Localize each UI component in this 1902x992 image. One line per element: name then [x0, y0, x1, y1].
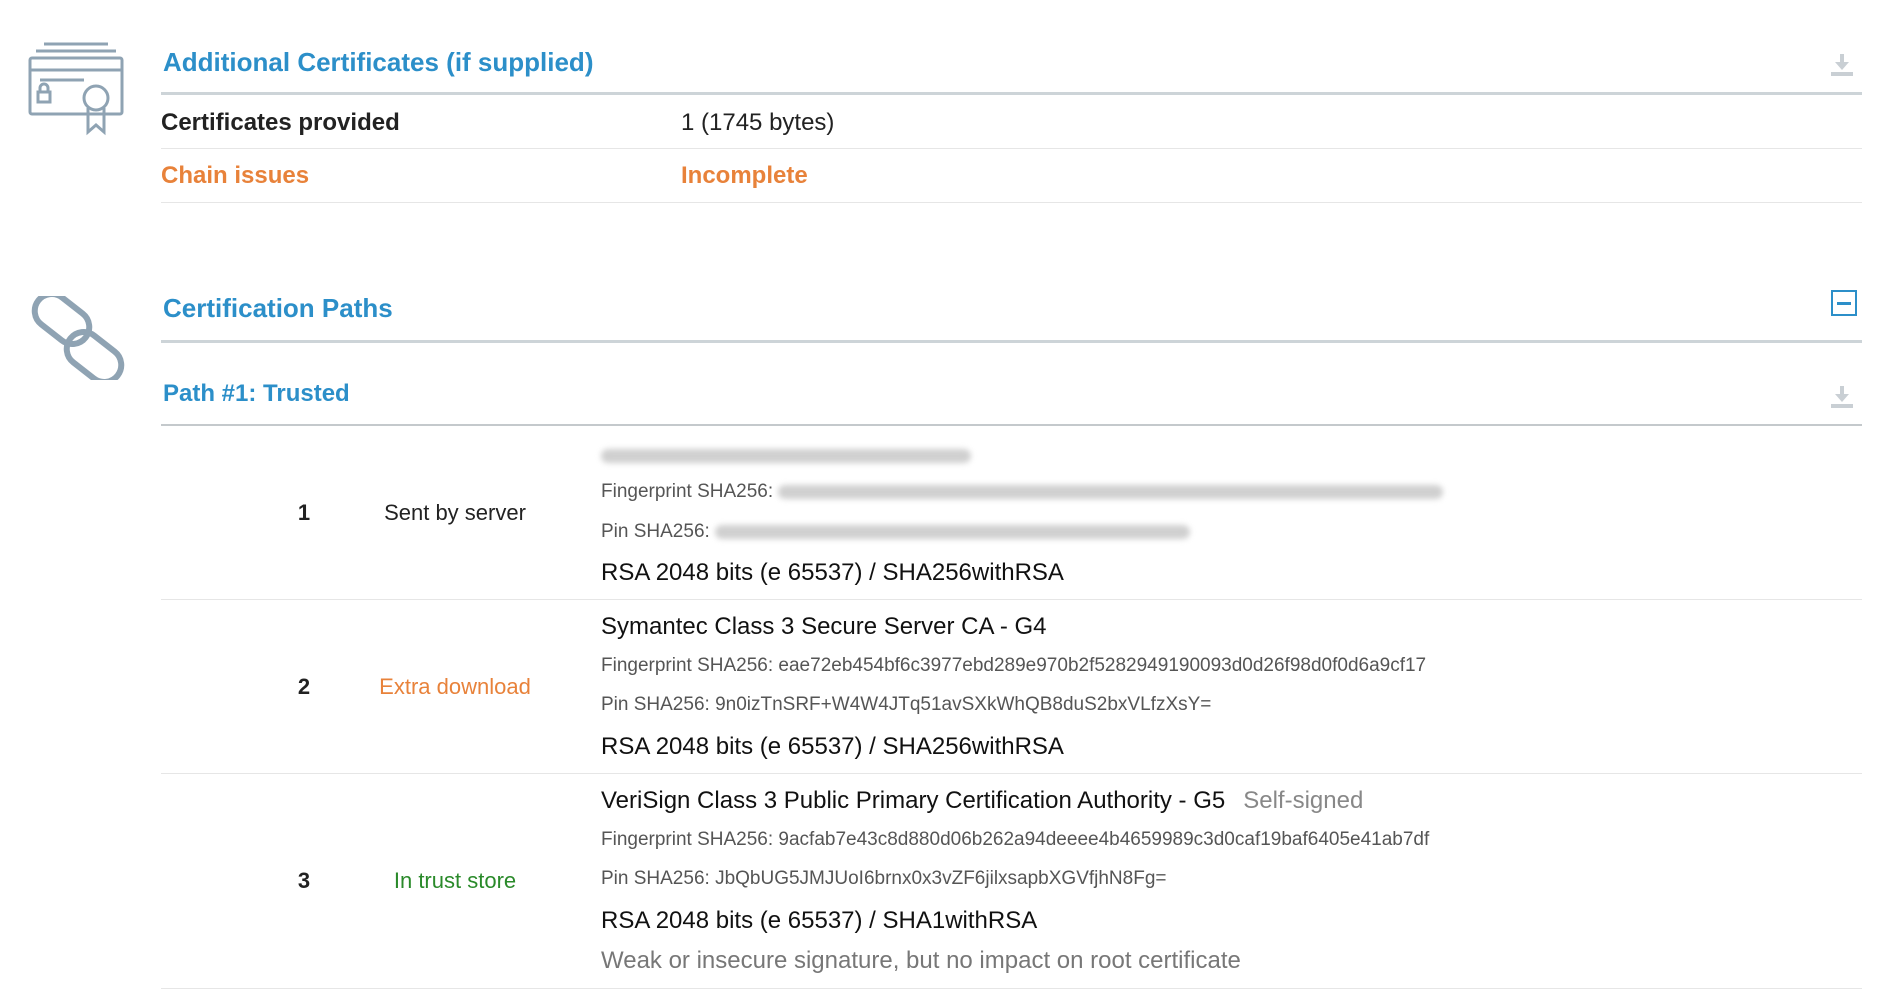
row-divider: [161, 599, 1862, 600]
path-title: Path #1: Trusted: [163, 380, 350, 407]
cert-algorithm: RSA 2048 bits (e 65537) / SHA256withRSA: [601, 733, 1064, 760]
row-divider: [161, 773, 1862, 774]
certificate-icon: [28, 42, 124, 136]
chain-issues-value: Incomplete: [681, 162, 808, 189]
fingerprint-label: Fingerprint SHA256:: [601, 481, 774, 502]
redacted-text: [715, 524, 1191, 539]
certification-paths-title: Certification Paths: [163, 293, 393, 323]
cert-fingerprint: Fingerprint SHA256: 9acfab7e43c8d880d06b…: [601, 829, 1430, 850]
self-signed-badge: Self-signed: [1243, 787, 1364, 814]
download-icon[interactable]: [1829, 384, 1855, 410]
collapse-button[interactable]: [1831, 290, 1857, 316]
cert-fingerprint: Fingerprint SHA256:: [601, 481, 1444, 503]
cert-number: 1: [297, 500, 311, 525]
cert-name: VeriSign Class 3 Public Primary Certific…: [601, 787, 1363, 815]
cert-number: 2: [297, 674, 311, 699]
certificates-provided-label: Certificates provided: [161, 109, 400, 136]
cert-fingerprint: Fingerprint SHA256: eae72eb454bf6c3977eb…: [601, 655, 1427, 676]
section-divider: [161, 92, 1862, 95]
cert-pin: Pin SHA256:: [601, 521, 1191, 543]
cert-source: Sent by server: [384, 500, 526, 525]
additional-certificates-title: Additional Certificates (if supplied): [163, 47, 594, 77]
row-divider: [161, 202, 1862, 203]
download-icon[interactable]: [1829, 52, 1855, 78]
chain-link-icon: [31, 296, 125, 380]
minus-icon: [1837, 301, 1851, 305]
redacted-text: [601, 448, 971, 463]
cert-algorithm: RSA 2048 bits (e 65537) / SHA256withRSA: [601, 559, 1064, 586]
signature-warning: Weak or insecure signature, but no impac…: [601, 947, 1241, 974]
cert-pin: Pin SHA256: 9n0izTnSRF+W4W4JTq51avSXkWhQ…: [601, 694, 1212, 715]
row-divider: [161, 148, 1862, 149]
cert-source: Extra download: [379, 674, 531, 699]
cert-name-redacted: [601, 441, 971, 469]
cert-algorithm: RSA 2048 bits (e 65537) / SHA1withRSA: [601, 907, 1038, 934]
redacted-text: [778, 484, 1444, 499]
path-divider: [161, 424, 1862, 426]
cert-name: Symantec Class 3 Secure Server CA - G4: [601, 613, 1047, 640]
cert-pin: Pin SHA256: JbQbUG5JMJUoI6brnx0x3vZF6jil…: [601, 868, 1167, 889]
cert-number: 3: [297, 868, 311, 893]
cert-source: In trust store: [393, 868, 517, 893]
chain-issues-label: Chain issues: [161, 162, 310, 189]
section-divider: [161, 340, 1862, 343]
cert-name-text: VeriSign Class 3 Public Primary Certific…: [601, 787, 1226, 814]
pin-label: Pin SHA256:: [601, 521, 710, 542]
row-divider: [161, 988, 1862, 989]
certificates-provided-value: 1 (1745 bytes): [681, 109, 835, 136]
